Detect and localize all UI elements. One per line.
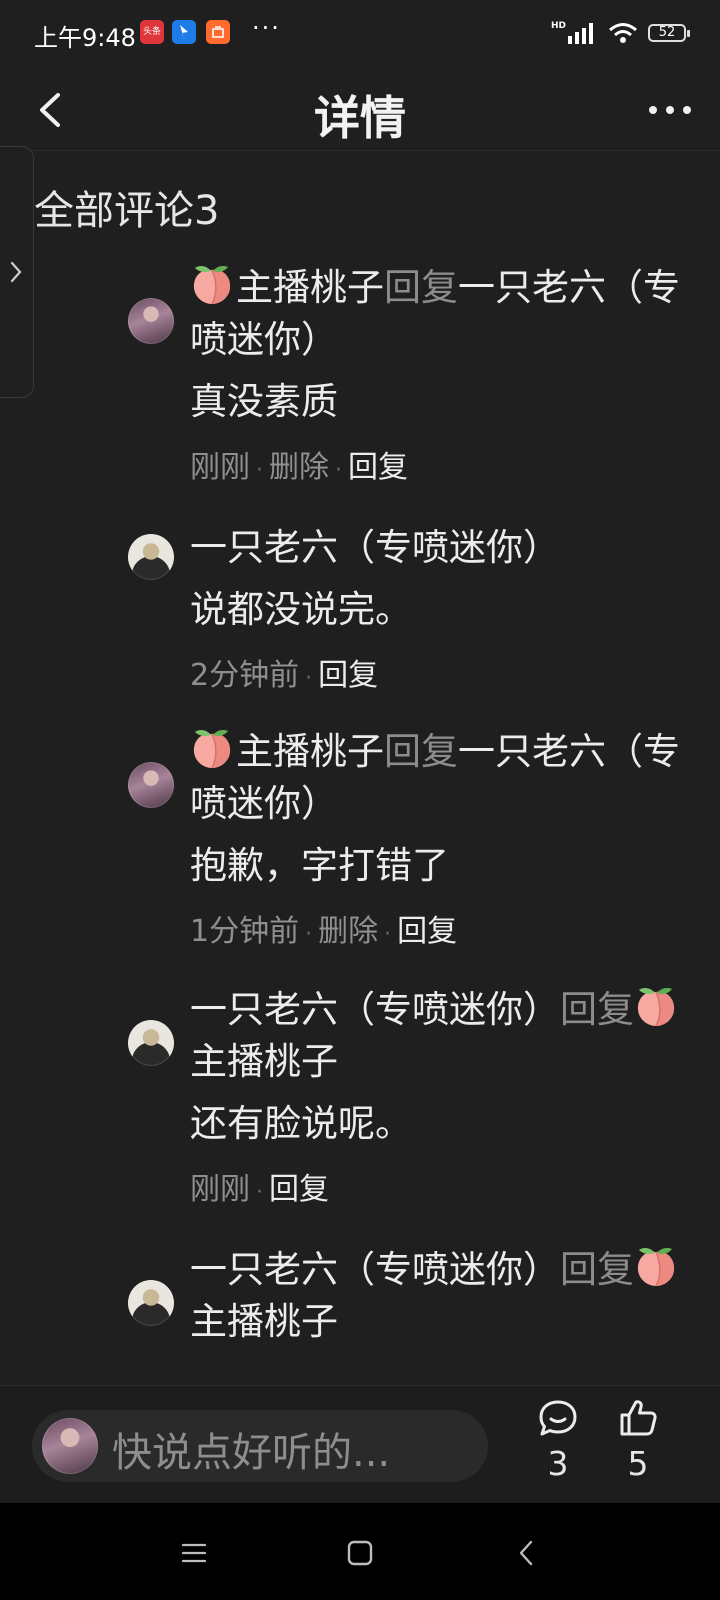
comment-time: 刚刚 [190,1172,250,1207]
comment-item[interactable]: 一只老六（专喷迷你） 说都没说完。 2分钟前 · 回复 [128,522,688,699]
comment-item[interactable]: 一只老六（专喷迷你）回复主播桃子 还有脸说呢。 刚刚 · 回复 [128,984,688,1213]
comment-bubble-icon [539,1400,577,1436]
more-options-button[interactable] [638,84,702,136]
delete-button[interactable]: 删除 [318,914,378,949]
toutiao-icon: 头条 [140,20,164,44]
thumbs-up-icon [620,1400,657,1436]
reply-indicator: 回复 [560,1248,634,1291]
avatar[interactable] [128,534,174,580]
comment-time: 刚刚 [190,450,250,485]
reply-button[interactable]: 回复 [397,914,457,949]
like-count: 5 [627,1444,649,1483]
comment-author[interactable]: 主播桃子 [236,730,384,773]
map-pin-icon [172,20,196,44]
reply-target[interactable]: 主播桃子 [190,1300,338,1343]
home-square-icon [347,1540,373,1566]
system-nav-bar [0,1503,720,1600]
comment-text: 说都没说完。 [190,588,412,631]
status-time: 上午9:48 [34,24,136,52]
user-avatar [42,1418,98,1474]
header: 详情 [0,70,720,151]
comment-header: 一只老六（专喷迷你） [190,522,688,574]
reply-indicator: 回复 [384,730,458,773]
comment-text: 抱歉，字打错了 [190,844,449,887]
home-button[interactable] [340,1533,380,1573]
comment-meta: 1分钟前 · 删除 · 回复 [190,914,458,949]
page-title: 详情 [314,91,406,145]
battery-icon: 52 [648,24,690,42]
menu-lines-icon [181,1543,207,1563]
mi-icon [206,20,230,44]
comment-input[interactable]: 快说点好听的... [32,1410,488,1482]
comment-author[interactable]: 主播桃子 [236,266,384,309]
comment-header: 一只老六（专喷迷你）回复主播桃子 [190,1244,688,1348]
comment-time: 1分钟前 [190,914,300,949]
peach-emoji-icon [637,1248,675,1287]
status-bar: 上午9:48 头条 ··· HD 52 [0,0,720,70]
comment-meta: 刚刚 · 回复 [190,1172,329,1207]
comment-text: 还有脸说呢。 [190,1102,412,1145]
more-dots-icon [649,106,691,114]
recent-apps-button[interactable] [174,1533,214,1573]
chevron-right-icon [10,261,21,283]
comment-time: 2分钟前 [190,658,300,693]
comment-count: 3 [547,1444,569,1483]
more-notifications-icon: ··· [252,14,281,42]
comment-meta: 2分钟前 · 回复 [190,658,379,693]
comment-input-placeholder: 快说点好听的... [112,1430,391,1476]
reply-button[interactable]: 回复 [348,450,408,485]
reply-button[interactable]: 回复 [318,658,378,693]
signal-icon [568,23,593,44]
peach-emoji-icon [637,988,675,1027]
comment-author[interactable]: 一只老六（专喷迷你） [190,988,560,1031]
comment-item[interactable]: 主播桃子回复一只老六（专喷迷你） 抱歉，字打错了 1分钟前 · 删除 · 回复 [128,726,688,955]
comment-meta: 刚刚 · 删除 · 回复 [190,450,408,485]
comment-author[interactable]: 一只老六（专喷迷你） [190,526,560,569]
avatar[interactable] [128,1020,174,1066]
comment-header: 主播桃子回复一只老六（专喷迷你） [190,262,688,366]
comment-header: 一只老六（专喷迷你）回复主播桃子 [190,984,688,1088]
reply-indicator: 回复 [560,988,634,1031]
back-chevron-icon [519,1540,533,1566]
avatar[interactable] [128,1280,174,1326]
comment-count-button[interactable]: 3 [528,1398,588,1483]
comment-author[interactable]: 一只老六（专喷迷你） [190,1248,560,1291]
wifi-icon [609,23,637,43]
like-button[interactable]: 5 [608,1398,668,1483]
comments-section-title: 全部评论3 [34,188,220,234]
side-drawer-tab[interactable] [0,146,34,398]
avatar[interactable] [128,762,174,808]
avatar[interactable] [128,298,174,344]
reply-indicator: 回复 [384,266,458,309]
system-back-button[interactable] [506,1533,546,1573]
status-indicators: HD 52 [550,18,690,48]
peach-emoji-icon [193,730,231,769]
comment-item[interactable]: 一只老六（专喷迷你）回复主播桃子 [128,1244,688,1348]
hd-label: HD [550,21,566,31]
comment-header: 主播桃子回复一只老六（专喷迷你） [190,726,688,830]
comment-text: 真没素质 [190,380,338,423]
peach-emoji-icon [193,266,231,305]
comment-item[interactable]: 主播桃子回复一只老六（专喷迷你） 真没素质刚刚 · 删除 · 回复 [128,262,688,491]
bottom-bar: 快说点好听的... 3 5 [0,1385,720,1504]
reply-target[interactable]: 主播桃子 [190,1040,338,1083]
delete-button[interactable]: 删除 [269,450,329,485]
reply-button[interactable]: 回复 [269,1172,329,1207]
